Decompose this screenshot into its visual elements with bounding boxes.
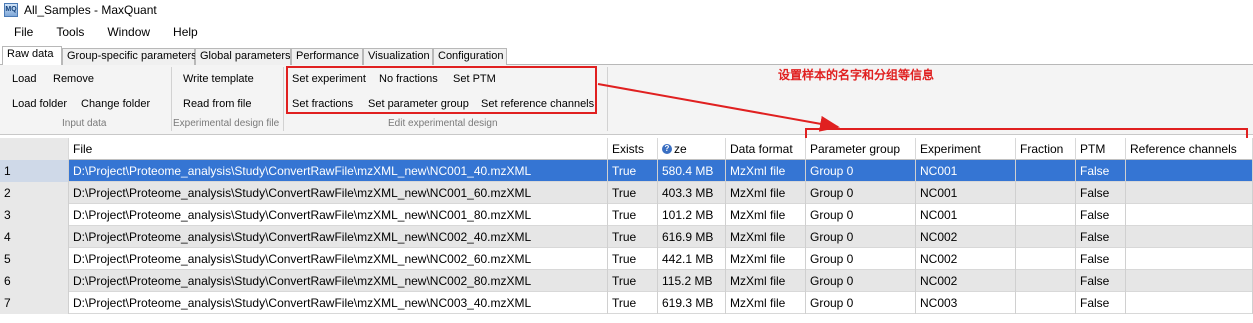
cell-exists[interactable]: True — [608, 248, 658, 270]
cell-size[interactable]: 619.3 MB — [658, 292, 726, 314]
row-number-header — [0, 138, 69, 160]
column-header-size[interactable]: ? ze — [658, 138, 726, 160]
table-row[interactable]: 2 D:\Project\Proteome_analysis\Study\Conv… — [0, 182, 1253, 204]
row-number[interactable]: 4 — [0, 226, 69, 248]
column-header-ptm[interactable]: PTM — [1076, 138, 1126, 160]
cell-ptm[interactable]: False — [1076, 226, 1126, 248]
cell-file[interactable]: D:\Project\Proteome_analysis\Study\Conve… — [69, 292, 608, 314]
column-header-file[interactable]: File — [69, 138, 608, 160]
column-header-fraction[interactable]: Fraction — [1016, 138, 1076, 160]
column-header-parameter-group[interactable]: Parameter group — [806, 138, 916, 160]
row-number[interactable]: 3 — [0, 204, 69, 226]
table-row[interactable]: 1 D:\Project\Proteome_analysis\Study\Conv… — [0, 160, 1253, 182]
cell-parameter-group[interactable]: Group 0 — [806, 182, 916, 204]
cell-exists[interactable]: True — [608, 160, 658, 182]
cell-parameter-group[interactable]: Group 0 — [806, 248, 916, 270]
cell-ptm[interactable]: False — [1076, 182, 1126, 204]
cell-reference-channels[interactable] — [1126, 248, 1253, 270]
cell-reference-channels[interactable] — [1126, 204, 1253, 226]
cell-data-format[interactable]: MzXml file — [726, 248, 806, 270]
table-row[interactable]: 5 D:\Project\Proteome_analysis\Study\Conv… — [0, 248, 1253, 270]
cell-experiment[interactable]: NC002 — [916, 248, 1016, 270]
cell-file[interactable]: D:\Project\Proteome_analysis\Study\Conve… — [69, 160, 608, 182]
cell-exists[interactable]: True — [608, 270, 658, 292]
cell-size[interactable]: 616.9 MB — [658, 226, 726, 248]
cell-fraction[interactable] — [1016, 160, 1076, 182]
cell-fraction[interactable] — [1016, 248, 1076, 270]
cell-fraction[interactable] — [1016, 204, 1076, 226]
cell-file[interactable]: D:\Project\Proteome_analysis\Study\Conve… — [69, 182, 608, 204]
cell-fraction[interactable] — [1016, 182, 1076, 204]
cell-file[interactable]: D:\Project\Proteome_analysis\Study\Conve… — [69, 226, 608, 248]
table-row[interactable]: 6 D:\Project\Proteome_analysis\Study\Conv… — [0, 270, 1253, 292]
cell-ptm[interactable]: False — [1076, 292, 1126, 314]
help-icon: ? — [662, 144, 672, 154]
cell-parameter-group[interactable]: Group 0 — [806, 226, 916, 248]
table-row[interactable]: 7 D:\Project\Proteome_analysis\Study\Conv… — [0, 292, 1253, 314]
cell-size[interactable]: 115.2 MB — [658, 270, 726, 292]
cell-fraction[interactable] — [1016, 226, 1076, 248]
row-number[interactable]: 6 — [0, 270, 69, 292]
cell-experiment[interactable]: NC001 — [916, 204, 1016, 226]
cell-exists[interactable]: True — [608, 204, 658, 226]
cell-data-format[interactable]: MzXml file — [726, 270, 806, 292]
cell-parameter-group[interactable]: Group 0 — [806, 160, 916, 182]
row-number[interactable]: 2 — [0, 182, 69, 204]
column-header-experiment[interactable]: Experiment — [916, 138, 1016, 160]
cell-reference-channels[interactable] — [1126, 160, 1253, 182]
cell-fraction[interactable] — [1016, 292, 1076, 314]
cell-parameter-group[interactable]: Group 0 — [806, 204, 916, 226]
table-header: File Exists ? ze Data format Parameter gr… — [0, 138, 1253, 160]
row-number[interactable]: 5 — [0, 248, 69, 270]
cell-reference-channels[interactable] — [1126, 226, 1253, 248]
cell-size[interactable]: 403.3 MB — [658, 182, 726, 204]
cell-experiment[interactable]: NC001 — [916, 182, 1016, 204]
table-row[interactable]: 3 D:\Project\Proteome_analysis\Study\Conv… — [0, 204, 1253, 226]
cell-file[interactable]: D:\Project\Proteome_analysis\Study\Conve… — [69, 248, 608, 270]
cell-reference-channels[interactable] — [1126, 292, 1253, 314]
cell-parameter-group[interactable]: Group 0 — [806, 292, 916, 314]
cell-ptm[interactable]: False — [1076, 204, 1126, 226]
cell-experiment[interactable]: NC003 — [916, 292, 1016, 314]
table-row[interactable]: 4 D:\Project\Proteome_analysis\Study\Conv… — [0, 226, 1253, 248]
cell-exists[interactable]: True — [608, 292, 658, 314]
cell-size[interactable]: 442.1 MB — [658, 248, 726, 270]
cell-size[interactable]: 101.2 MB — [658, 204, 726, 226]
cell-exists[interactable]: True — [608, 226, 658, 248]
cell-data-format[interactable]: MzXml file — [726, 292, 806, 314]
cell-reference-channels[interactable] — [1126, 182, 1253, 204]
cell-size[interactable]: 580.4 MB — [658, 160, 726, 182]
row-number[interactable]: 1 — [0, 160, 69, 182]
cell-file[interactable]: D:\Project\Proteome_analysis\Study\Conve… — [69, 270, 608, 292]
cell-data-format[interactable]: MzXml file — [726, 182, 806, 204]
cell-experiment[interactable]: NC002 — [916, 270, 1016, 292]
size-header-label: ze — [674, 142, 687, 156]
row-number[interactable]: 7 — [0, 292, 69, 314]
cell-ptm[interactable]: False — [1076, 270, 1126, 292]
cell-data-format[interactable]: MzXml file — [726, 204, 806, 226]
cell-exists[interactable]: True — [608, 182, 658, 204]
cell-parameter-group[interactable]: Group 0 — [806, 270, 916, 292]
cell-reference-channels[interactable] — [1126, 270, 1253, 292]
cell-fraction[interactable] — [1016, 270, 1076, 292]
raw-data-table: File Exists ? ze Data format Parameter gr… — [0, 138, 1253, 323]
column-header-data-format[interactable]: Data format — [726, 138, 806, 160]
cell-file[interactable]: D:\Project\Proteome_analysis\Study\Conve… — [69, 204, 608, 226]
column-header-exists[interactable]: Exists — [608, 138, 658, 160]
cell-data-format[interactable]: MzXml file — [726, 160, 806, 182]
cell-experiment[interactable]: NC001 — [916, 160, 1016, 182]
cell-experiment[interactable]: NC002 — [916, 226, 1016, 248]
column-header-reference-channels[interactable]: Reference channels — [1126, 138, 1253, 160]
cell-ptm[interactable]: False — [1076, 248, 1126, 270]
cell-data-format[interactable]: MzXml file — [726, 226, 806, 248]
cell-ptm[interactable]: False — [1076, 160, 1126, 182]
